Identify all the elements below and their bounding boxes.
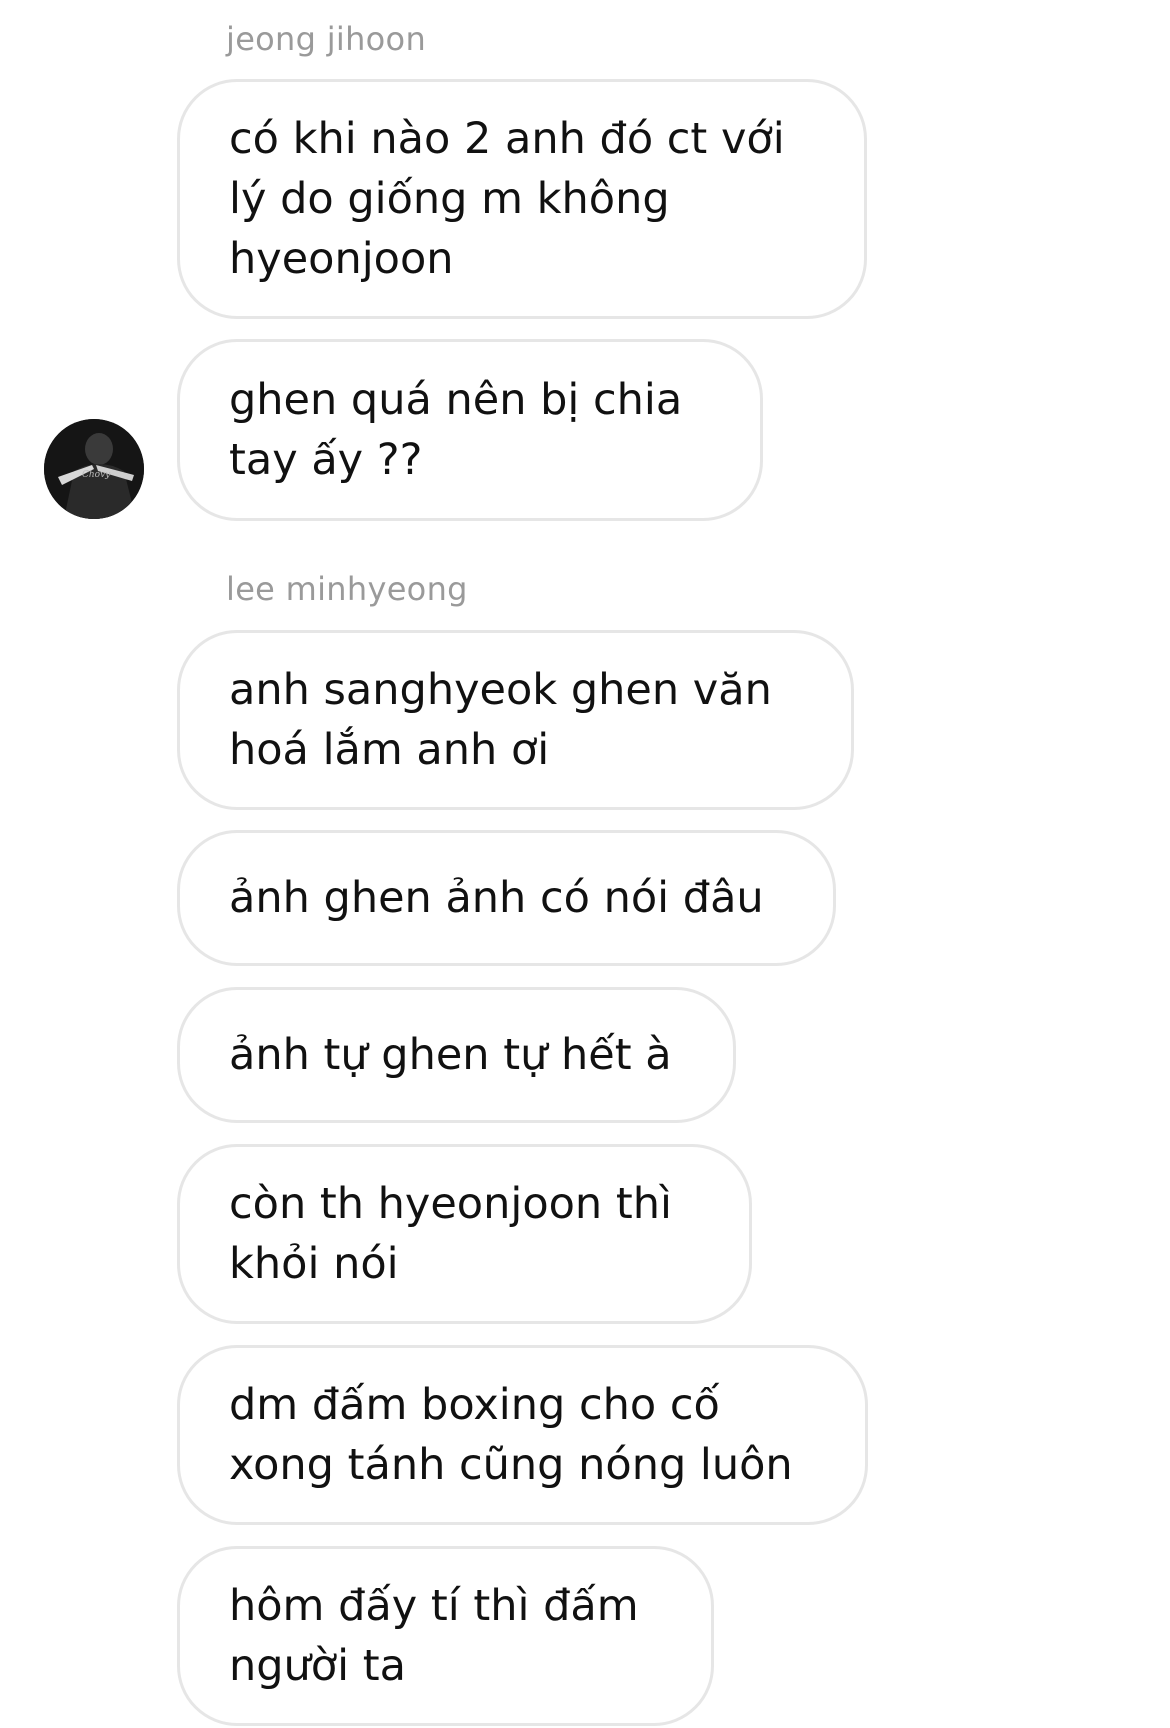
message-bubble[interactable]: anh sanghyeok ghen văn hoá lắm anh ơi xyxy=(177,630,854,810)
message-bubble[interactable]: có khi nào 2 anh đó ct với lý do giống m… xyxy=(177,79,867,319)
message-text: hôm đấy tí thì đấm người ta xyxy=(229,1581,639,1691)
sender-name: lee minhyeong xyxy=(226,570,468,608)
message-bubble[interactable]: ghen quá nên bị chia tay ấy ?? xyxy=(177,339,763,521)
message-text: có khi nào 2 anh đó ct với lý do giống m… xyxy=(229,114,785,284)
message-bubble[interactable]: hôm đấy tí thì đấm người ta xyxy=(177,1546,714,1726)
message-bubble[interactable]: dm đấm boxing cho cố xong tánh cũng nóng… xyxy=(177,1345,868,1525)
message-text: ghen quá nên bị chia tay ấy ?? xyxy=(229,375,683,485)
message-text: anh sanghyeok ghen văn hoá lắm anh ơi xyxy=(229,665,772,775)
avatar-image: Chovy xyxy=(44,419,144,519)
message-text: còn th hyeonjoon thì khỏi nói xyxy=(229,1179,672,1289)
message-bubble[interactable]: ảnh ghen ảnh có nói đâu xyxy=(177,830,836,966)
message-text: ảnh tự ghen tự hết à xyxy=(229,1030,672,1080)
message-bubble[interactable]: còn th hyeonjoon thì khỏi nói xyxy=(177,1144,752,1324)
message-text: dm đấm boxing cho cố xong tánh cũng nóng… xyxy=(229,1380,793,1490)
sender-avatar[interactable]: Chovy xyxy=(44,419,144,519)
sender-name: jeong jihoon xyxy=(226,20,427,58)
svg-text:Chovy: Chovy xyxy=(82,470,111,480)
message-text: ảnh ghen ảnh có nói đâu xyxy=(229,873,764,923)
message-bubble[interactable]: ảnh tự ghen tự hết à xyxy=(177,987,736,1123)
